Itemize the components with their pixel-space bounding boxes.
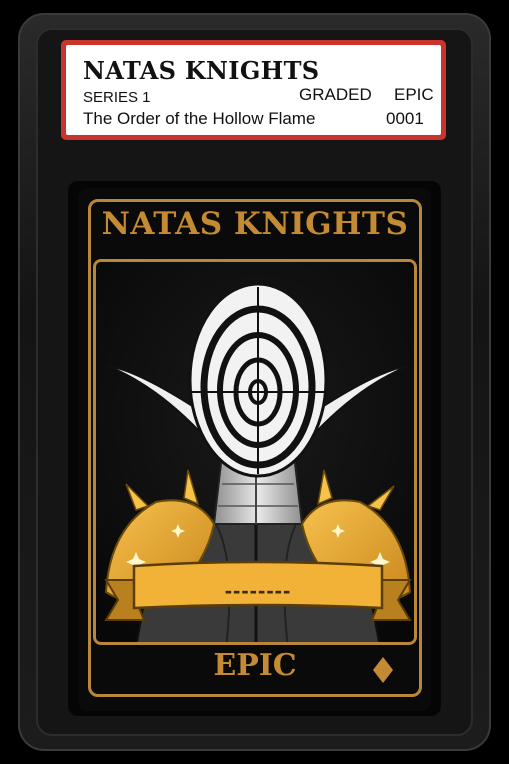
card-title: NATAS KNIGHTS	[101, 206, 409, 242]
banner-text: --------	[225, 578, 292, 603]
label-number: 0001	[386, 109, 424, 128]
label-subtitle: The Order of the Hollow Flame	[83, 109, 316, 128]
knight-illustration: --------	[96, 262, 414, 642]
card-art-frame: --------	[93, 259, 417, 645]
grading-label: NATAS KNIGHTS SERIES 1 GRADED EPIC The O…	[66, 45, 441, 135]
label-graded: GRADED	[299, 85, 372, 104]
graded-slab: NATAS KNIGHTS SERIES 1 GRADED EPIC The O…	[0, 0, 509, 764]
card-rarity: EPIC	[213, 648, 297, 683]
label-grade: EPIC	[394, 85, 434, 104]
label-brand: NATAS KNIGHTS	[83, 56, 320, 85]
diamond-icon	[373, 657, 393, 683]
label-series: SERIES 1	[83, 89, 151, 106]
